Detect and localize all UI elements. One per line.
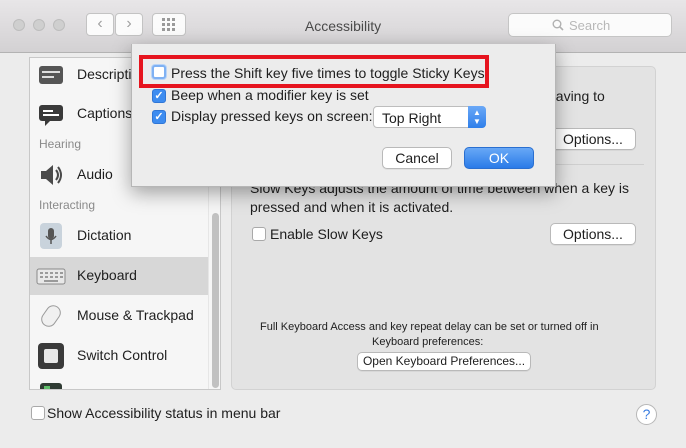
sidebar-item-partial[interactable] — [30, 377, 208, 389]
open-keyboard-preferences-button[interactable]: Open Keyboard Preferences... — [357, 352, 531, 371]
sidebar-scrollbar-thumb[interactable] — [212, 213, 219, 388]
switch-control-icon — [38, 343, 64, 369]
search-icon — [552, 19, 564, 31]
checkmark-icon: ✓ — [154, 111, 164, 123]
search-placeholder: Search — [569, 18, 611, 33]
sidebar-item-label: Audio — [77, 166, 113, 182]
cancel-button[interactable]: Cancel — [382, 147, 452, 169]
sticky-keys-description-tail: having to — [548, 88, 605, 104]
sidebar-item-label: Captions — [77, 105, 133, 121]
sidebar-item-switch-control[interactable]: Switch Control — [30, 337, 208, 375]
sidebar-item-dictation[interactable]: Dictation — [30, 217, 208, 255]
beep-modifier-label: Beep when a modifier key is set — [171, 87, 369, 103]
question-mark-icon: ? — [642, 406, 651, 422]
search-field[interactable]: Search — [508, 13, 672, 37]
sidebar-item-label: Switch Control — [77, 347, 168, 363]
speaker-icon — [41, 165, 62, 185]
enable-slow-keys-label: Enable Slow Keys — [270, 226, 383, 242]
keyboard-access-note-line1: Full Keyboard Access and key repeat dela… — [260, 321, 599, 333]
sidebar-item-label: Dictation — [77, 227, 132, 243]
key-position-value: Top Right — [382, 110, 442, 126]
show-status-in-menu-bar-label: Show Accessibility status in menu bar — [47, 405, 281, 421]
enable-slow-keys-checkbox[interactable] — [252, 227, 266, 241]
section-header-interacting: Interacting — [39, 198, 96, 212]
app-icon — [40, 383, 62, 389]
key-position-popup[interactable]: Top Right ▲ ▼ — [373, 106, 486, 128]
captions-icon — [39, 105, 63, 126]
ok-button[interactable]: OK — [464, 147, 534, 169]
sticky-keys-options-button[interactable]: Options... — [550, 128, 636, 150]
slow-keys-description-line2: pressed and when it is activated. — [250, 199, 454, 215]
keyboard-access-note-line2: Keyboard preferences: — [372, 336, 484, 348]
display-pressed-keys-label: Display pressed keys on screen: — [171, 108, 373, 124]
sidebar-item-label: Mouse & Trackpad — [77, 307, 194, 323]
sidebar-item-keyboard[interactable]: Keyboard — [30, 257, 208, 295]
help-button[interactable]: ? — [636, 404, 657, 425]
sidebar-item-mouse-trackpad[interactable]: Mouse & Trackpad — [30, 297, 208, 335]
keyboard-icon — [36, 268, 66, 285]
microphone-icon — [40, 223, 62, 249]
slow-keys-options-button[interactable]: Options... — [550, 223, 636, 245]
mouse-icon — [41, 305, 61, 327]
annotation-highlight-box — [139, 55, 489, 88]
descriptions-icon — [39, 66, 63, 84]
checkmark-icon: ✓ — [154, 90, 164, 102]
display-pressed-keys-checkbox[interactable]: ✓ — [152, 110, 166, 124]
sidebar-item-label: Keyboard — [77, 267, 137, 283]
show-status-in-menu-bar-checkbox[interactable] — [31, 406, 45, 420]
up-down-arrows-icon: ▲ ▼ — [468, 106, 486, 128]
beep-modifier-checkbox[interactable]: ✓ — [152, 89, 166, 103]
section-header-hearing: Hearing — [39, 137, 82, 151]
